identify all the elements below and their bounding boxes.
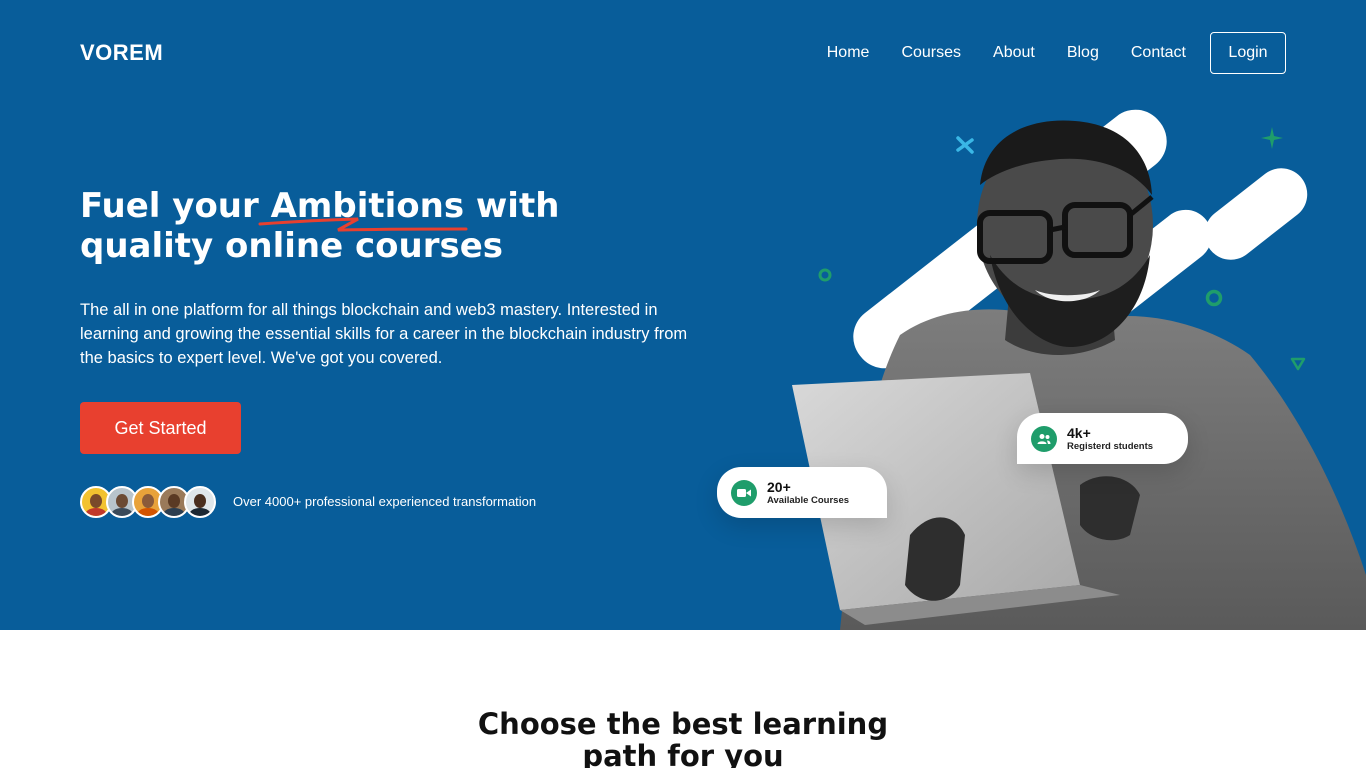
nav-contact[interactable]: Contact — [1131, 44, 1186, 62]
nav-blog[interactable]: Blog — [1067, 44, 1099, 62]
hero-description: The all in one platform for all things b… — [80, 301, 688, 367]
stat-label: Registerd students — [1067, 440, 1154, 452]
brand-logo[interactable]: VOREM — [80, 40, 163, 66]
login-button[interactable]: Login — [1210, 32, 1286, 74]
hero-section: VOREM Home Courses About Blog Contact Lo… — [0, 0, 1366, 630]
users-icon — [1031, 425, 1057, 452]
stat-card-students: 4k+ Registerd students — [1017, 413, 1188, 464]
section-title: Choose the best learning path for you — [0, 708, 1366, 768]
stat-text: 20+ Available Courses — [767, 479, 849, 507]
nav-about[interactable]: About — [993, 44, 1035, 62]
social-proof-text: Over 4000+ professional experienced tran… — [233, 494, 537, 509]
stat-card-courses: 20+ Available Courses — [717, 467, 887, 518]
student-photo — [792, 120, 1366, 630]
stat-value: 20+ — [767, 478, 791, 495]
nav-home[interactable]: Home — [827, 44, 870, 62]
section-title-line-2: path for you — [582, 739, 784, 768]
main-nav: Home Courses About Blog Contact Login — [827, 32, 1286, 74]
stat-label: Available Courses — [767, 494, 850, 506]
stat-value: 4k+ — [1067, 424, 1091, 441]
nav-courses[interactable]: Courses — [901, 44, 961, 62]
section-title-line-1: Choose the best learning — [477, 707, 889, 741]
underline-squiggle — [258, 217, 468, 232]
avatar — [184, 486, 216, 518]
stat-text: 4k+ Registerd students — [1067, 425, 1153, 453]
video-icon — [731, 479, 757, 506]
student-avatars — [80, 486, 216, 518]
get-started-button[interactable]: Get Started — [80, 402, 241, 454]
